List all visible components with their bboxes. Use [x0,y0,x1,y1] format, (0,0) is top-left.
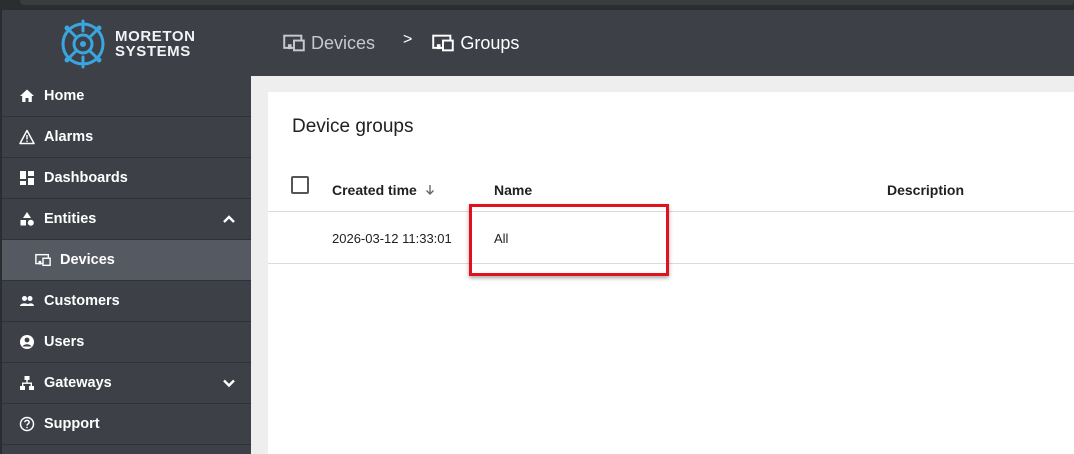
help-icon [18,415,36,433]
column-header-name[interactable]: Name [494,182,532,198]
sidebar-item-label: Support [44,416,100,432]
chevron-down-icon[interactable] [221,375,237,391]
hierarchy-icon [18,374,36,392]
breadcrumb-label: Devices [311,32,376,53]
sidebar-item-entities[interactable]: Entities [2,199,251,240]
devices-icon [34,251,52,269]
top-header: Devices > Groups [251,10,1074,76]
sidebar-item-gateways[interactable]: Gateways [2,363,251,404]
sidebar-item-label: Users [44,334,85,350]
home-icon [18,87,36,105]
sidebar-item-label: Home [44,88,85,104]
window-tab-bar [20,0,1074,5]
brand-logo[interactable]: MORETON SYSTEMS [57,16,196,72]
sidebar-item-devices[interactable]: Devices [2,240,251,281]
table-row[interactable]: 2026-03-12 11:33:01 All [268,213,1074,264]
page-title: Device groups [292,116,414,137]
moreton-circuit-logo-icon [61,19,105,69]
cell-created-time: 2026-03-12 11:33:01 [332,231,452,246]
sidebar-item-home[interactable]: Home [2,76,251,117]
column-label: Description [887,182,965,198]
sidebar-item-dashboards[interactable]: Dashboards [2,158,251,199]
brand-line-1: MORETON [115,28,196,45]
column-label: Created time [332,182,417,198]
sidebar-item-label: Gateways [44,375,112,391]
sidebar-item-support[interactable]: Support [2,404,251,445]
sidebar-item-label: Entities [44,211,97,227]
window-top-strip [0,0,1074,10]
sidebar-item-users[interactable]: Users [2,322,251,363]
shapes-icon [18,210,36,228]
device-groups-card: Device groups Created time Name Descript… [268,92,1074,454]
column-header-created-time[interactable]: Created time [332,182,436,198]
breadcrumb-label: Groups [460,32,520,53]
sidebar-item-customers[interactable]: Customers [2,281,251,322]
sidebar-item-label: Dashboards [44,170,128,186]
main-content: Device groups Created time Name Descript… [251,76,1074,454]
sidebar: MORETON SYSTEMS Home Alarms Dashboards E… [0,10,251,454]
breadcrumb-groups: Groups [432,32,519,54]
breadcrumb-separator: > [403,31,413,48]
arrow-down-icon[interactable] [424,184,436,196]
column-header-description[interactable]: Description [887,182,964,198]
brand-name: MORETON SYSTEMS [115,29,196,59]
sidebar-nav: Home Alarms Dashboards Entities Devices … [2,76,251,445]
table-header: Created time Name Description [268,168,1074,212]
dashboard-icon [18,169,36,187]
account-icon [18,333,36,351]
cell-name: All [494,231,509,246]
sidebar-item-label: Alarms [44,129,94,145]
sidebar-item-label: Devices [60,252,115,268]
chevron-up-icon[interactable] [221,211,237,227]
brand-line-2: SYSTEMS [115,43,191,60]
devices-icon [432,34,455,52]
people-icon [18,292,36,310]
warning-icon [18,128,36,146]
select-all-checkbox[interactable] [291,176,309,194]
sidebar-item-alarms[interactable]: Alarms [2,117,251,158]
devices-icon [283,34,305,52]
column-label: Name [494,182,533,198]
sidebar-item-label: Customers [44,293,120,309]
breadcrumb-devices[interactable]: Devices [283,32,375,54]
